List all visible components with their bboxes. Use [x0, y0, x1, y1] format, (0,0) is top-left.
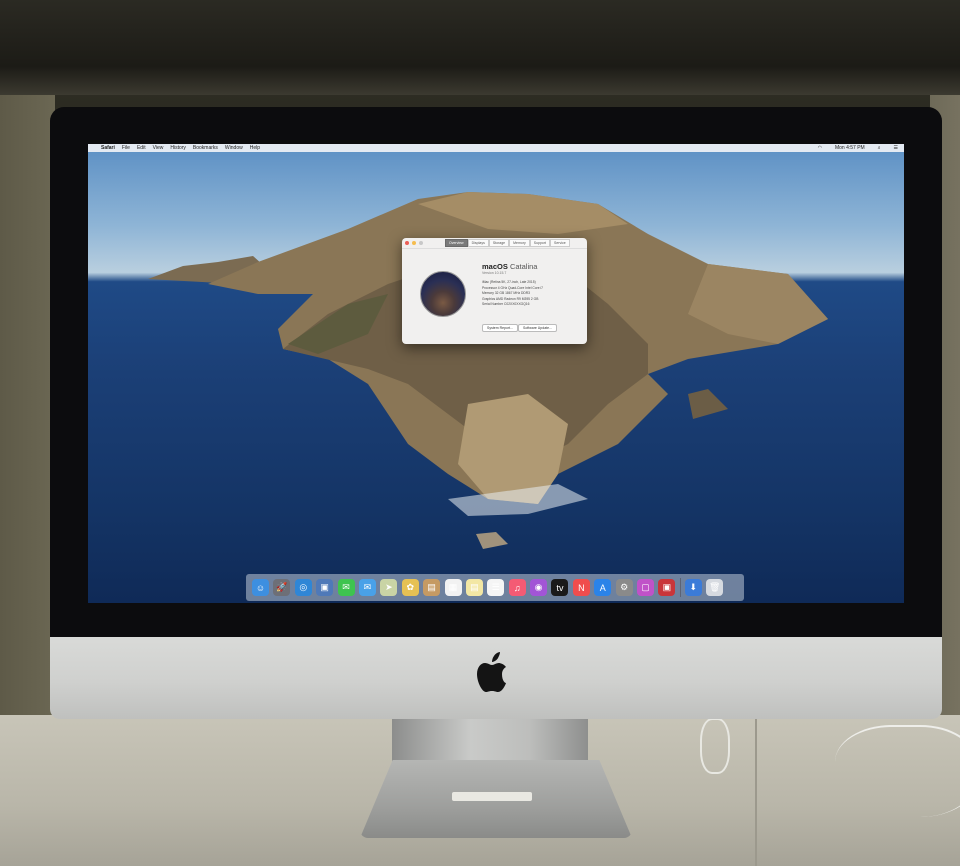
- menu-help[interactable]: Help: [250, 145, 260, 151]
- spec-list: iMac (Retina 5K, 27-inch, Late 2015) Pro…: [482, 280, 543, 308]
- menu-history[interactable]: History: [170, 145, 186, 151]
- contacts-icon[interactable]: ▤: [423, 579, 441, 596]
- menu-view[interactable]: View: [153, 145, 164, 151]
- about-this-mac-window: Overview Displays Storage Memory Support…: [402, 238, 587, 344]
- wall-left: [0, 95, 55, 745]
- cable: [835, 725, 960, 817]
- podcasts-icon[interactable]: ◉: [530, 579, 548, 596]
- tab-displays[interactable]: Displays: [467, 239, 489, 247]
- spec-serial: Serial Number C02XX0XXGQ16: [482, 302, 530, 307]
- calendar-icon[interactable]: ▦: [444, 579, 462, 596]
- mail-icon[interactable]: ✉: [358, 579, 376, 596]
- launchpad-icon[interactable]: 🚀: [273, 579, 291, 596]
- apple-tv-icon[interactable]: tv: [551, 579, 569, 596]
- menu-bar: Safari File Edit View History Bookmarks …: [88, 144, 904, 152]
- zoom-button[interactable]: [419, 241, 423, 245]
- spec-model: iMac (Retina 5K, 27-inch, Late 2015): [482, 280, 536, 284]
- desk-seam: [755, 715, 757, 866]
- notes-icon[interactable]: ▤: [465, 579, 483, 596]
- os-name: macOS Catalina: [482, 262, 537, 271]
- tab-storage[interactable]: Storage: [488, 239, 510, 247]
- screen: Safari File Edit View History Bookmarks …: [88, 144, 904, 603]
- reminders-icon[interactable]: ☰: [487, 579, 505, 596]
- software-update-button[interactable]: Software Update...: [518, 324, 557, 332]
- tab-memory[interactable]: Memory: [509, 239, 530, 247]
- menu-window[interactable]: Window: [225, 145, 243, 151]
- music-icon[interactable]: ♫: [508, 579, 526, 596]
- downloads-icon[interactable]: ⬇: [684, 579, 702, 596]
- messages-icon[interactable]: ✉: [337, 579, 355, 596]
- wifi-icon[interactable]: ◠: [818, 145, 822, 151]
- cable: [700, 718, 730, 774]
- os-name-light: Catalina: [509, 262, 538, 271]
- system-preferences-icon[interactable]: ⚙: [615, 579, 633, 596]
- photos-icon[interactable]: ✿: [401, 579, 419, 596]
- app-store-icon[interactable]: A: [594, 579, 612, 596]
- menu-clock[interactable]: Mon 4:57 PM: [835, 145, 865, 151]
- search-icon[interactable]: ⌕: [878, 145, 881, 151]
- news-icon[interactable]: N: [572, 579, 590, 596]
- safari-icon[interactable]: ◎: [294, 579, 312, 596]
- tab-overview[interactable]: Overview: [445, 239, 468, 247]
- tab-service[interactable]: Service: [550, 239, 570, 247]
- macos-catalina-logo-icon: [420, 271, 466, 317]
- shelf: [0, 0, 960, 95]
- menu-app-name[interactable]: Safari: [101, 145, 115, 151]
- maps-icon[interactable]: ➤: [380, 579, 398, 596]
- menu-file[interactable]: File: [122, 145, 130, 151]
- minimize-button[interactable]: [412, 241, 416, 245]
- stand-label: [452, 792, 532, 801]
- os-version: Version 10.15.7: [482, 271, 507, 275]
- photo-booth-icon[interactable]: ▣: [658, 579, 676, 596]
- os-name-bold: macOS: [482, 262, 508, 271]
- system-report-button[interactable]: System Report...: [482, 324, 519, 332]
- apple-logo-icon: [477, 652, 506, 692]
- about-titlebar: Overview Displays Storage Memory Support…: [402, 238, 587, 249]
- finder-icon[interactable]: ☺: [252, 579, 269, 596]
- catalina-wallpaper: [148, 192, 828, 549]
- menu-edit[interactable]: Edit: [137, 145, 146, 151]
- control-center-icon[interactable]: ☰: [894, 145, 898, 151]
- trash-icon[interactable]: 🗑: [706, 579, 724, 596]
- dock-separator: [679, 578, 681, 597]
- screen-time-icon[interactable]: ▢: [637, 579, 655, 596]
- menu-bookmarks[interactable]: Bookmarks: [193, 145, 218, 151]
- tab-support[interactable]: Support: [529, 239, 550, 247]
- dock: ☺ 🚀 ◎ ▣ ✉ ✉ ➤ ✿ ▤ ▦ ▤ ☰ ♫ ◉ tv N A ⚙ ▢ ▣ ⬇ 🗑: [246, 574, 744, 601]
- photos-browser-icon[interactable]: ▣: [316, 579, 334, 596]
- close-button[interactable]: [405, 241, 409, 245]
